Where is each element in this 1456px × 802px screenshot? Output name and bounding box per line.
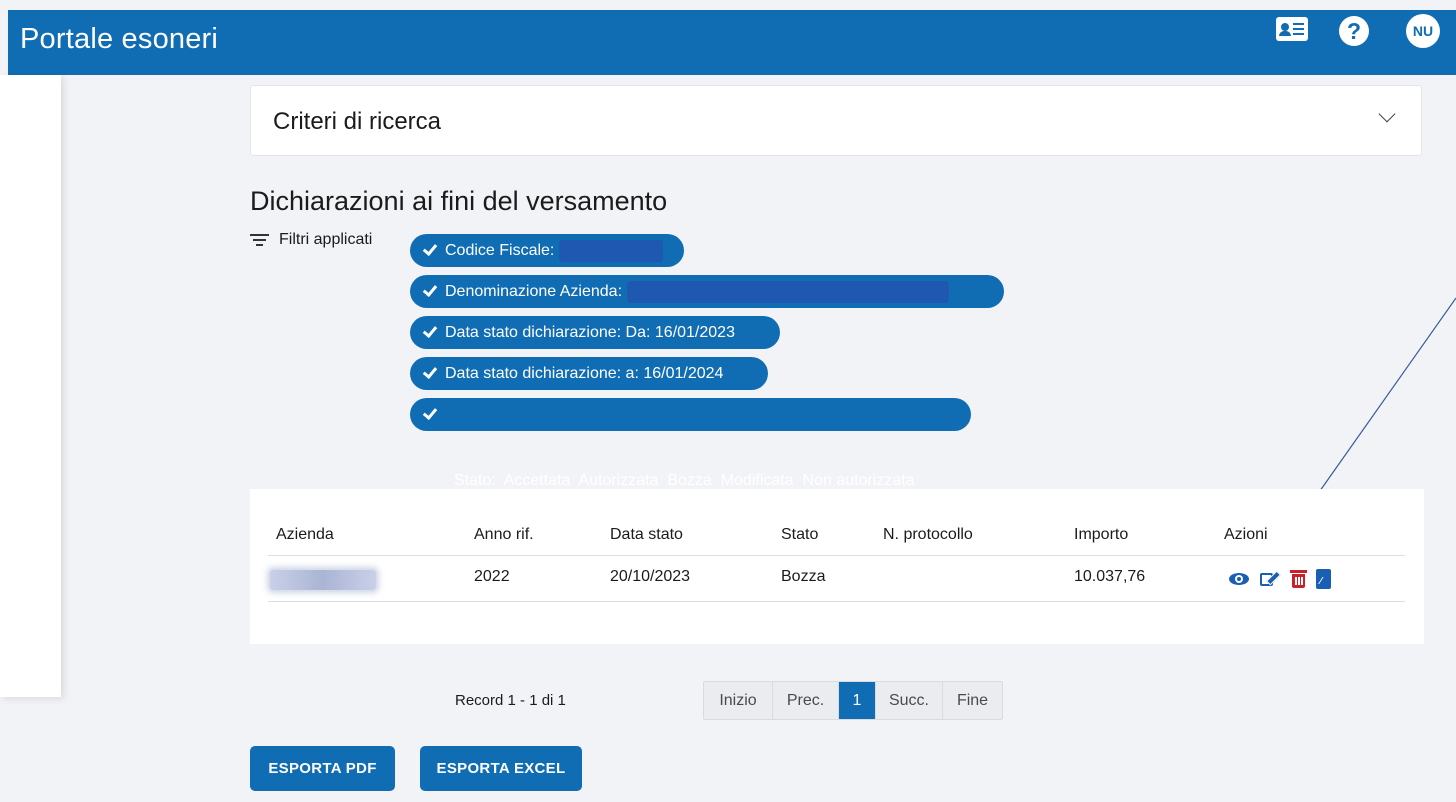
column-header-azioni: Azioni — [1224, 526, 1268, 543]
column-header-importo[interactable]: Importo — [1074, 526, 1128, 544]
record-info: Record 1 - 1 di 1 — [455, 692, 566, 709]
column-header-data-stato[interactable]: Data stato — [610, 526, 683, 544]
column-header-stato[interactable]: Stato — [781, 526, 818, 544]
pagination-prev[interactable]: Prec. — [773, 682, 839, 719]
cell-anno: 2022 — [474, 568, 510, 585]
redacted-company — [270, 570, 376, 590]
export-excel-button[interactable]: ESPORTA EXCEL — [420, 746, 582, 791]
export-pdf-button[interactable]: ESPORTA PDF — [250, 746, 395, 791]
column-header-azienda[interactable]: Azienda — [276, 526, 334, 544]
cell-data-stato: 20/10/2023 — [610, 568, 691, 585]
eye-icon[interactable] — [1229, 569, 1249, 589]
cell-stato: Bozza — [781, 568, 826, 585]
pagination-page-1[interactable]: 1 — [839, 682, 876, 719]
edit-icon[interactable] — [1259, 569, 1281, 589]
column-header-protocollo[interactable]: N. protocollo — [883, 526, 973, 544]
results-table — [250, 489, 1424, 644]
header-divider — [268, 555, 1405, 556]
pdf-icon[interactable]: ⁄ — [1315, 569, 1335, 589]
pagination-last[interactable]: Fine — [943, 682, 1002, 719]
pagination-next[interactable]: Succ. — [876, 682, 943, 719]
cell-importo: 10.037,76 — [1074, 568, 1146, 585]
pagination: Inizio Prec. 1 Succ. Fine — [703, 681, 1003, 720]
pagination-first[interactable]: Inizio — [704, 682, 773, 719]
column-header-anno[interactable]: Anno rif. — [474, 526, 534, 544]
row-divider — [268, 601, 1405, 602]
trash-icon[interactable] — [1289, 569, 1309, 589]
